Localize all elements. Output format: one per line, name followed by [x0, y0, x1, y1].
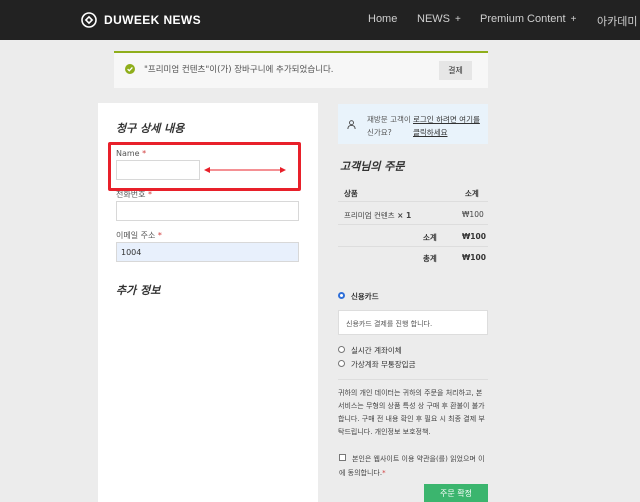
nav-academy-label: 아카데미	[597, 16, 638, 28]
payment-radio-virtual-account[interactable]	[338, 360, 345, 367]
item-name: 프리미엄 컨텐츠	[344, 211, 395, 220]
order-title: 고객님의 주문	[340, 160, 405, 173]
item-qty: × 1	[397, 211, 412, 220]
place-order-button[interactable]: 주문 확정	[424, 484, 488, 502]
additional-info-title: 추가 정보	[116, 284, 161, 297]
nav-home[interactable]: Home	[368, 13, 397, 25]
plus-icon: +	[455, 14, 461, 25]
nav-premium-label: Premium Content	[480, 13, 566, 25]
table-divider	[338, 201, 488, 202]
billing-title: 청구 상세 내용	[116, 122, 185, 135]
check-circle-icon	[125, 64, 135, 74]
phone-label-text: 전화번호	[116, 190, 146, 199]
payment-transfer-label[interactable]: 실시간 계좌이체	[351, 345, 402, 356]
nav-news[interactable]: NEWS +	[417, 13, 461, 25]
returning-customer-notice: 재방문 고객이신가요? 로그인 하려면 여기를 클릭하세요	[338, 104, 488, 144]
terms-label: 본인은 웹사이트 이용 약관을(를) 읽었으며 이에 동의합니다.	[339, 455, 485, 477]
checkout-button[interactable]: 결제	[439, 61, 472, 80]
table-divider	[338, 224, 488, 225]
email-input[interactable]	[116, 242, 299, 262]
payment-radio-card[interactable]	[338, 292, 345, 299]
order-item-name: 프리미엄 컨텐츠 × 1	[344, 210, 411, 221]
section-divider	[338, 379, 488, 380]
nav-academy[interactable]: 아카데미	[597, 13, 637, 29]
total-label: 총계	[423, 254, 437, 263]
required-mark: *	[157, 231, 162, 240]
card-desc-text: 신용카드 결제를 진행 합니다.	[346, 320, 433, 328]
notice-message: "프리미엄 컨텐츠"이(가) 장바구니에 추가되었습니다.	[144, 65, 334, 75]
cart-notice: "프리미엄 컨텐츠"이(가) 장바구니에 추가되었습니다. 결제	[114, 51, 488, 88]
nav-home-label: Home	[368, 13, 398, 25]
total-value: ₩100	[462, 253, 486, 262]
nav-news-label: NEWS	[417, 13, 450, 25]
phone-input[interactable]	[116, 201, 299, 221]
required-mark: *	[382, 469, 386, 477]
col-product-header: 상품	[344, 189, 358, 198]
site-logo[interactable]: DUWEEK NEWS	[81, 12, 201, 28]
double-arrow-icon	[204, 167, 286, 173]
returning-customer-text: 재방문 고객이신가요?	[367, 115, 411, 137]
required-mark: *	[148, 190, 152, 199]
email-label: 이메일 주소 *	[116, 230, 162, 241]
payment-card-label[interactable]: 신용카드	[351, 291, 379, 302]
site-logo-text: DUWEEK NEWS	[104, 13, 202, 27]
table-divider	[338, 246, 488, 247]
col-subtotal-header: 소계	[465, 189, 479, 198]
payment-virtual-account-label[interactable]: 가상계좌 무통장입금	[351, 359, 415, 370]
site-header: DUWEEK NEWS Home NEWS + Premium Content + …	[0, 0, 640, 40]
user-icon	[347, 120, 356, 129]
terms-checkbox[interactable]	[339, 454, 346, 461]
privacy-notice: 귀하의 개인 데이터는 귀하의 주문을 처리하고, 본 서비스는 무형의 상품 …	[338, 389, 485, 436]
payment-card-description: 신용카드 결제를 진행 합니다.	[338, 310, 488, 335]
order-item-price: ₩100	[462, 210, 484, 219]
plus-icon: +	[570, 14, 577, 25]
login-link[interactable]: 로그인 하려면 여기를 클릭하세요	[413, 113, 485, 139]
terms-text: 본인은 웹사이트 이용 약관을(를) 읽었으며 이에 동의합니다.*	[339, 452, 489, 480]
logo-icon	[81, 12, 97, 28]
email-label-text: 이메일 주소	[116, 231, 156, 240]
subtotal-label: 소계	[423, 233, 437, 242]
payment-radio-transfer[interactable]	[338, 346, 345, 353]
subtotal-value: ₩100	[462, 232, 486, 241]
nav-premium-content[interactable]: Premium Content +	[480, 13, 576, 25]
